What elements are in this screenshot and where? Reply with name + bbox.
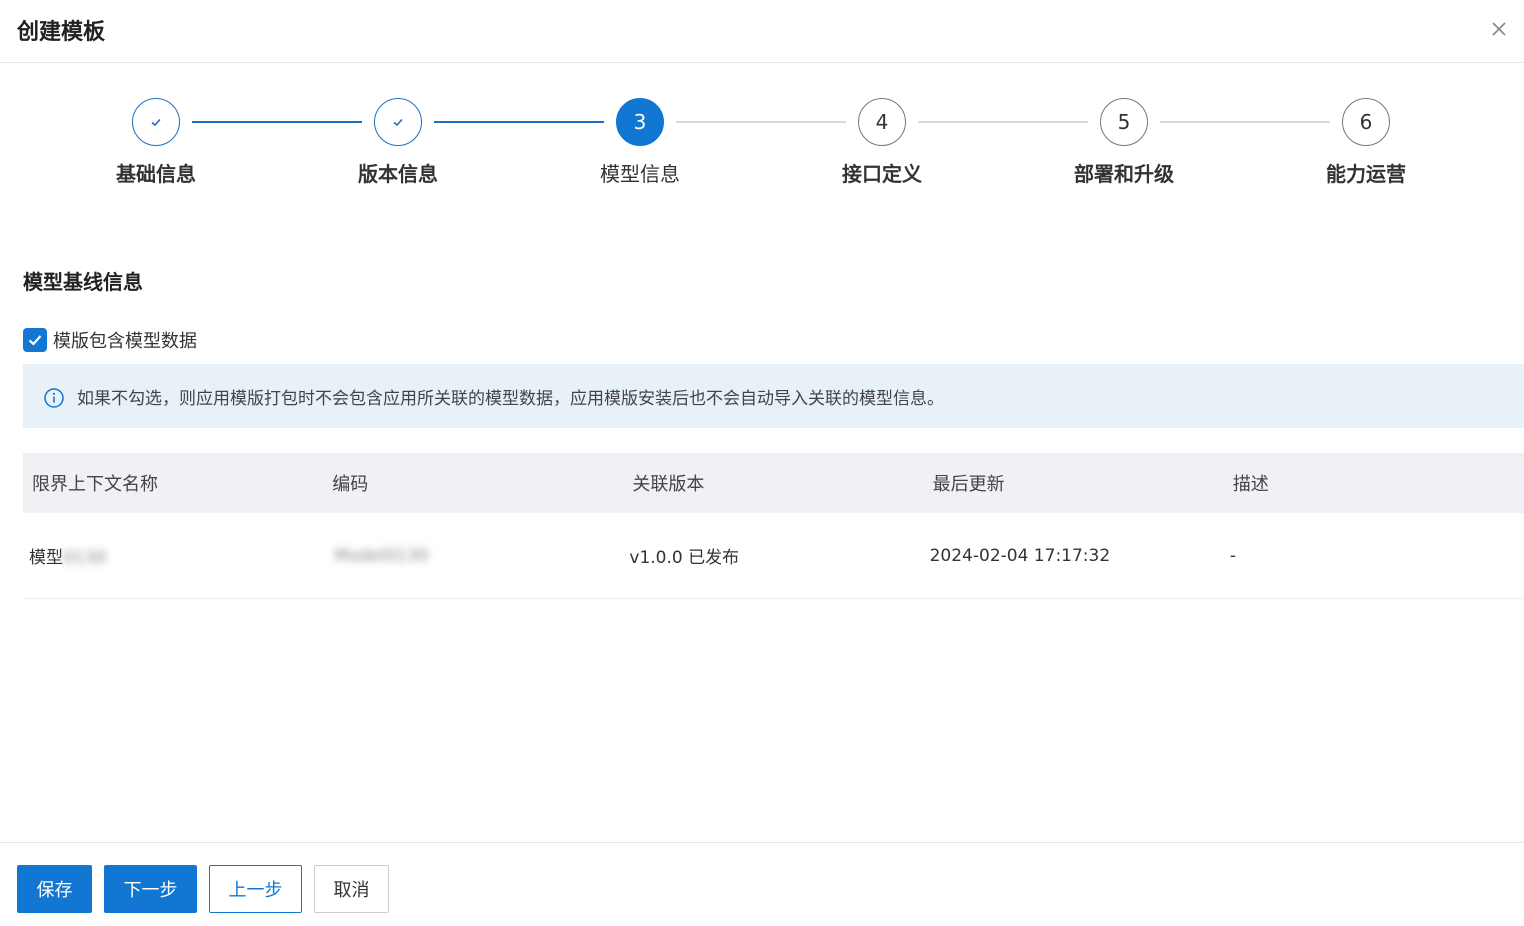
column-header: 限界上下文名称	[32, 474, 158, 495]
step-3-circle: 3	[616, 98, 664, 146]
table-header: 限界上下文名称 编码 关联版本 最后更新 描述	[23, 453, 1524, 513]
step-5-circle: 5	[1100, 98, 1148, 146]
close-icon[interactable]	[1488, 18, 1510, 40]
model-table: 限界上下文名称 编码 关联版本 最后更新 描述 模型0130 Model0130…	[23, 453, 1524, 599]
cell-desc: -	[1229, 545, 1236, 566]
step-4-circle: 4	[858, 98, 906, 146]
step-6[interactable]: 6 能力运营	[1276, 96, 1456, 187]
step-4-label: 接口定义	[842, 162, 922, 186]
column-header: 关联版本	[632, 474, 705, 495]
column-header: 描述	[1232, 474, 1269, 495]
cell-name: 模型0130	[23, 543, 323, 568]
cell-updated: 2024-02-04 17:17:32	[929, 545, 1111, 566]
step-5[interactable]: 5 部署和升级	[1034, 96, 1214, 187]
dialog-footer: 保存 下一步 上一步 取消	[0, 842, 1524, 926]
name-redacted: 0130	[63, 548, 107, 568]
step-2-label: 版本信息	[358, 162, 438, 186]
step-4[interactable]: 4 接口定义	[792, 96, 972, 187]
info-notice: 如果不勾选，则应用模版打包时不会包含应用所关联的模型数据，应用模版安装后也不会自…	[23, 364, 1524, 428]
step-3-label: 模型信息	[600, 162, 680, 186]
step-5-label: 部署和升级	[1074, 162, 1174, 186]
stepper: 基础信息 版本信息 3 模型信息 4 接口定义 5 部署和升级 6 能力运营	[0, 96, 1524, 196]
step-2[interactable]: 版本信息	[308, 96, 488, 187]
step-1[interactable]: 基础信息	[66, 96, 246, 187]
include-model-data-checkbox[interactable]: 模版包含模型数据	[23, 327, 197, 353]
dialog-title: 创建模板	[17, 20, 106, 45]
column-header: 最后更新	[932, 474, 1005, 495]
step-1-circle	[132, 98, 180, 146]
step-1-label: 基础信息	[116, 162, 196, 186]
step-2-circle	[374, 98, 422, 146]
step-6-circle: 6	[1342, 98, 1390, 146]
check-icon	[151, 118, 161, 127]
checkbox-label: 模版包含模型数据	[53, 331, 197, 352]
cell-code: Model0130	[323, 546, 623, 566]
name-prefix: 模型	[29, 548, 63, 568]
next-step-button[interactable]: 下一步	[104, 865, 197, 913]
cancel-button[interactable]: 取消	[314, 865, 389, 913]
cell-version: v1.0.0 已发布	[629, 548, 740, 568]
dialog-header: 创建模板	[0, 0, 1524, 63]
info-icon	[44, 388, 64, 408]
save-button[interactable]: 保存	[17, 865, 92, 913]
section-title: 模型基线信息	[23, 270, 143, 294]
prev-step-button[interactable]: 上一步	[209, 865, 302, 913]
check-icon	[393, 118, 403, 127]
step-3[interactable]: 3 模型信息	[550, 96, 730, 187]
check-icon	[28, 335, 42, 346]
notice-text: 如果不勾选，则应用模版打包时不会包含应用所关联的模型数据，应用模版安装后也不会自…	[77, 388, 944, 409]
code-redacted: Model0130	[334, 545, 429, 566]
checkbox-checked[interactable]	[23, 328, 47, 352]
table-row[interactable]: 模型0130 Model0130 v1.0.0 已发布 2024-02-04 1…	[23, 513, 1524, 599]
column-header: 编码	[332, 474, 369, 495]
step-6-label: 能力运营	[1326, 162, 1406, 186]
